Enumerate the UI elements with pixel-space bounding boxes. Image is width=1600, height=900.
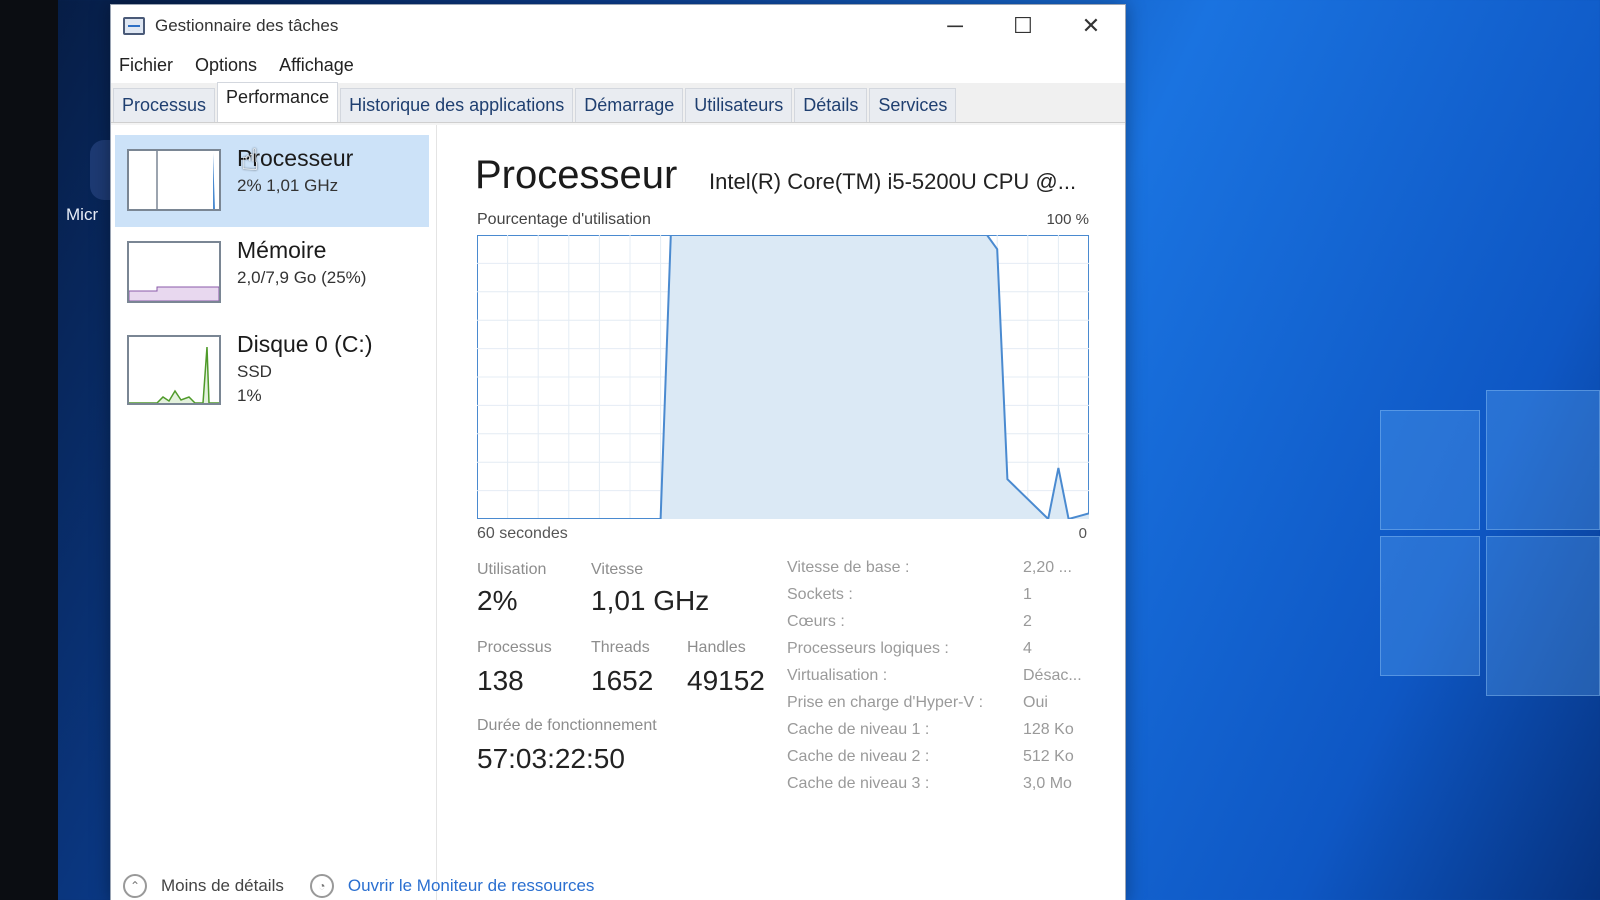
sidebar-sub-memoire: 2,0/7,9 Go (25%): [237, 268, 367, 287]
sidebar-sub-disque-usage: 1%: [237, 386, 262, 405]
spec-label: Vitesse de base :: [787, 559, 910, 576]
performance-content: Processeur 2% 1,01 GHz Mémoire 2,0/7,9 G…: [111, 125, 1125, 900]
disk-thumbnail: [127, 335, 221, 405]
chevron-up-icon[interactable]: ⌃: [123, 874, 147, 898]
tab-utilisateurs[interactable]: Utilisateurs: [685, 88, 793, 122]
stat-value-utilisation: 2%: [477, 585, 518, 616]
title-bar[interactable]: Gestionnaire des tâches ─ ☐ ✕: [111, 5, 1125, 47]
chart-time-span: 60 secondes: [477, 525, 568, 542]
less-details-link[interactable]: Moins de détails: [161, 876, 284, 896]
stat-label-threads: Threads: [591, 639, 650, 656]
stat-label-utilisation: Utilisation: [477, 561, 547, 578]
menu-options[interactable]: Options: [195, 55, 257, 76]
sidebar-title-memoire: Mémoire: [237, 237, 327, 263]
stat-value-handles: 49152: [687, 665, 765, 696]
disk-thumbnail-graph: [129, 346, 219, 404]
spec-value: 1: [1023, 586, 1032, 603]
stat-value-threads: 1652: [591, 665, 654, 696]
mouse-pointer-icon: ☝: [241, 144, 260, 177]
memory-thumbnail-graph: [128, 286, 220, 302]
spec-label: Prise en charge d'Hyper-V :: [787, 694, 984, 711]
menu-affichage[interactable]: Affichage: [279, 55, 354, 76]
memory-thumbnail: [127, 241, 221, 303]
stat-label-handles: Handles: [687, 639, 746, 656]
spec-value: 128 Ko: [1023, 721, 1074, 738]
panel-title: Processeur: [475, 153, 678, 197]
cpu-panel: Processeur Intel(R) Core(TM) i5-5200U CP…: [451, 125, 1125, 900]
sidebar-sub-disque-type: SSD: [237, 362, 272, 381]
stat-value-uptime: 57:03:22:50: [477, 743, 625, 774]
spec-value: 2,20 ...: [1023, 559, 1072, 576]
spec-label: Cœurs :: [787, 613, 845, 630]
maximize-button[interactable]: ☐: [989, 5, 1057, 47]
sidebar-item-processeur[interactable]: Processeur 2% 1,01 GHz: [115, 135, 429, 227]
spec-value: 4: [1023, 640, 1032, 657]
tab-details[interactable]: Détails: [794, 88, 868, 122]
stat-label-processus: Processus: [477, 639, 552, 656]
stat-value-processus: 138: [477, 665, 524, 696]
resource-monitor-icon[interactable]: ◔: [309, 874, 334, 898]
tab-services[interactable]: Services: [869, 88, 957, 122]
spec-label: Cache de niveau 1 :: [787, 721, 930, 738]
menu-bar: Fichier Options Affichage: [111, 47, 1125, 83]
chart-time-end: 0: [1078, 525, 1087, 542]
resource-sidebar: Processeur 2% 1,01 GHz Mémoire 2,0/7,9 G…: [111, 125, 437, 900]
tab-historique[interactable]: Historique des applications: [340, 88, 574, 122]
task-manager-icon: [123, 17, 145, 35]
spec-label: Virtualisation :: [787, 667, 888, 684]
tab-demarrage[interactable]: Démarrage: [575, 88, 684, 122]
task-manager-window: Gestionnaire des tâches ─ ☐ ✕ Fichier Op…: [110, 4, 1126, 900]
spec-value: 2: [1023, 613, 1032, 630]
menu-fichier[interactable]: Fichier: [119, 55, 173, 76]
stat-value-vitesse: 1,01 GHz: [591, 585, 710, 616]
spec-value: Oui: [1023, 694, 1048, 711]
tab-performance[interactable]: Performance: [217, 82, 339, 122]
stat-label-vitesse: Vitesse: [591, 561, 644, 578]
spec-label: Cache de niveau 2 :: [787, 748, 930, 765]
cpu-usage-chart: [477, 235, 1089, 519]
sidebar-sub-processeur: 2% 1,01 GHz: [237, 176, 339, 195]
tab-bar: Processus Performance Historique des app…: [111, 82, 1125, 123]
cpu-thumbnail-graph: [156, 151, 215, 209]
chart-max-label: 100 %: [1046, 211, 1089, 228]
sidebar-title-disque: Disque 0 (C:): [237, 331, 373, 357]
window-title: Gestionnaire des tâches: [155, 16, 339, 35]
stat-label-uptime: Durée de fonctionnement: [477, 717, 657, 734]
sidebar-item-memoire[interactable]: Mémoire 2,0/7,9 Go (25%): [115, 229, 429, 321]
footer-bar: ⌃ Moins de détails ◔ Ouvrir le Moniteur …: [111, 869, 1125, 900]
desktop-shortcut-label[interactable]: Micr: [66, 205, 98, 225]
minimize-button[interactable]: ─: [921, 5, 989, 47]
cpu-model-name: Intel(R) Core(TM) i5-5200U CPU @...: [709, 169, 1077, 194]
desktop-left-strip: [0, 0, 58, 900]
spec-label: Cache de niveau 3 :: [787, 775, 930, 792]
tab-processus[interactable]: Processus: [113, 88, 216, 122]
spec-label: Processeurs logiques :: [787, 640, 949, 657]
spec-value: 3,0 Mo: [1023, 775, 1072, 792]
windows-logo-wallpaper: [1360, 380, 1600, 880]
spec-value: Désac...: [1023, 667, 1082, 684]
spec-value: 512 Ko: [1023, 748, 1074, 765]
close-button[interactable]: ✕: [1057, 5, 1125, 47]
spec-label: Sockets :: [787, 586, 853, 603]
sidebar-item-disque[interactable]: Disque 0 (C:) SSD 1%: [115, 323, 429, 415]
window-controls: ─ ☐ ✕: [921, 5, 1125, 47]
cpu-thumbnail: [127, 149, 221, 211]
chart-label: Pourcentage d'utilisation: [477, 211, 651, 228]
open-resource-monitor-link[interactable]: Ouvrir le Moniteur de ressources: [348, 876, 595, 896]
